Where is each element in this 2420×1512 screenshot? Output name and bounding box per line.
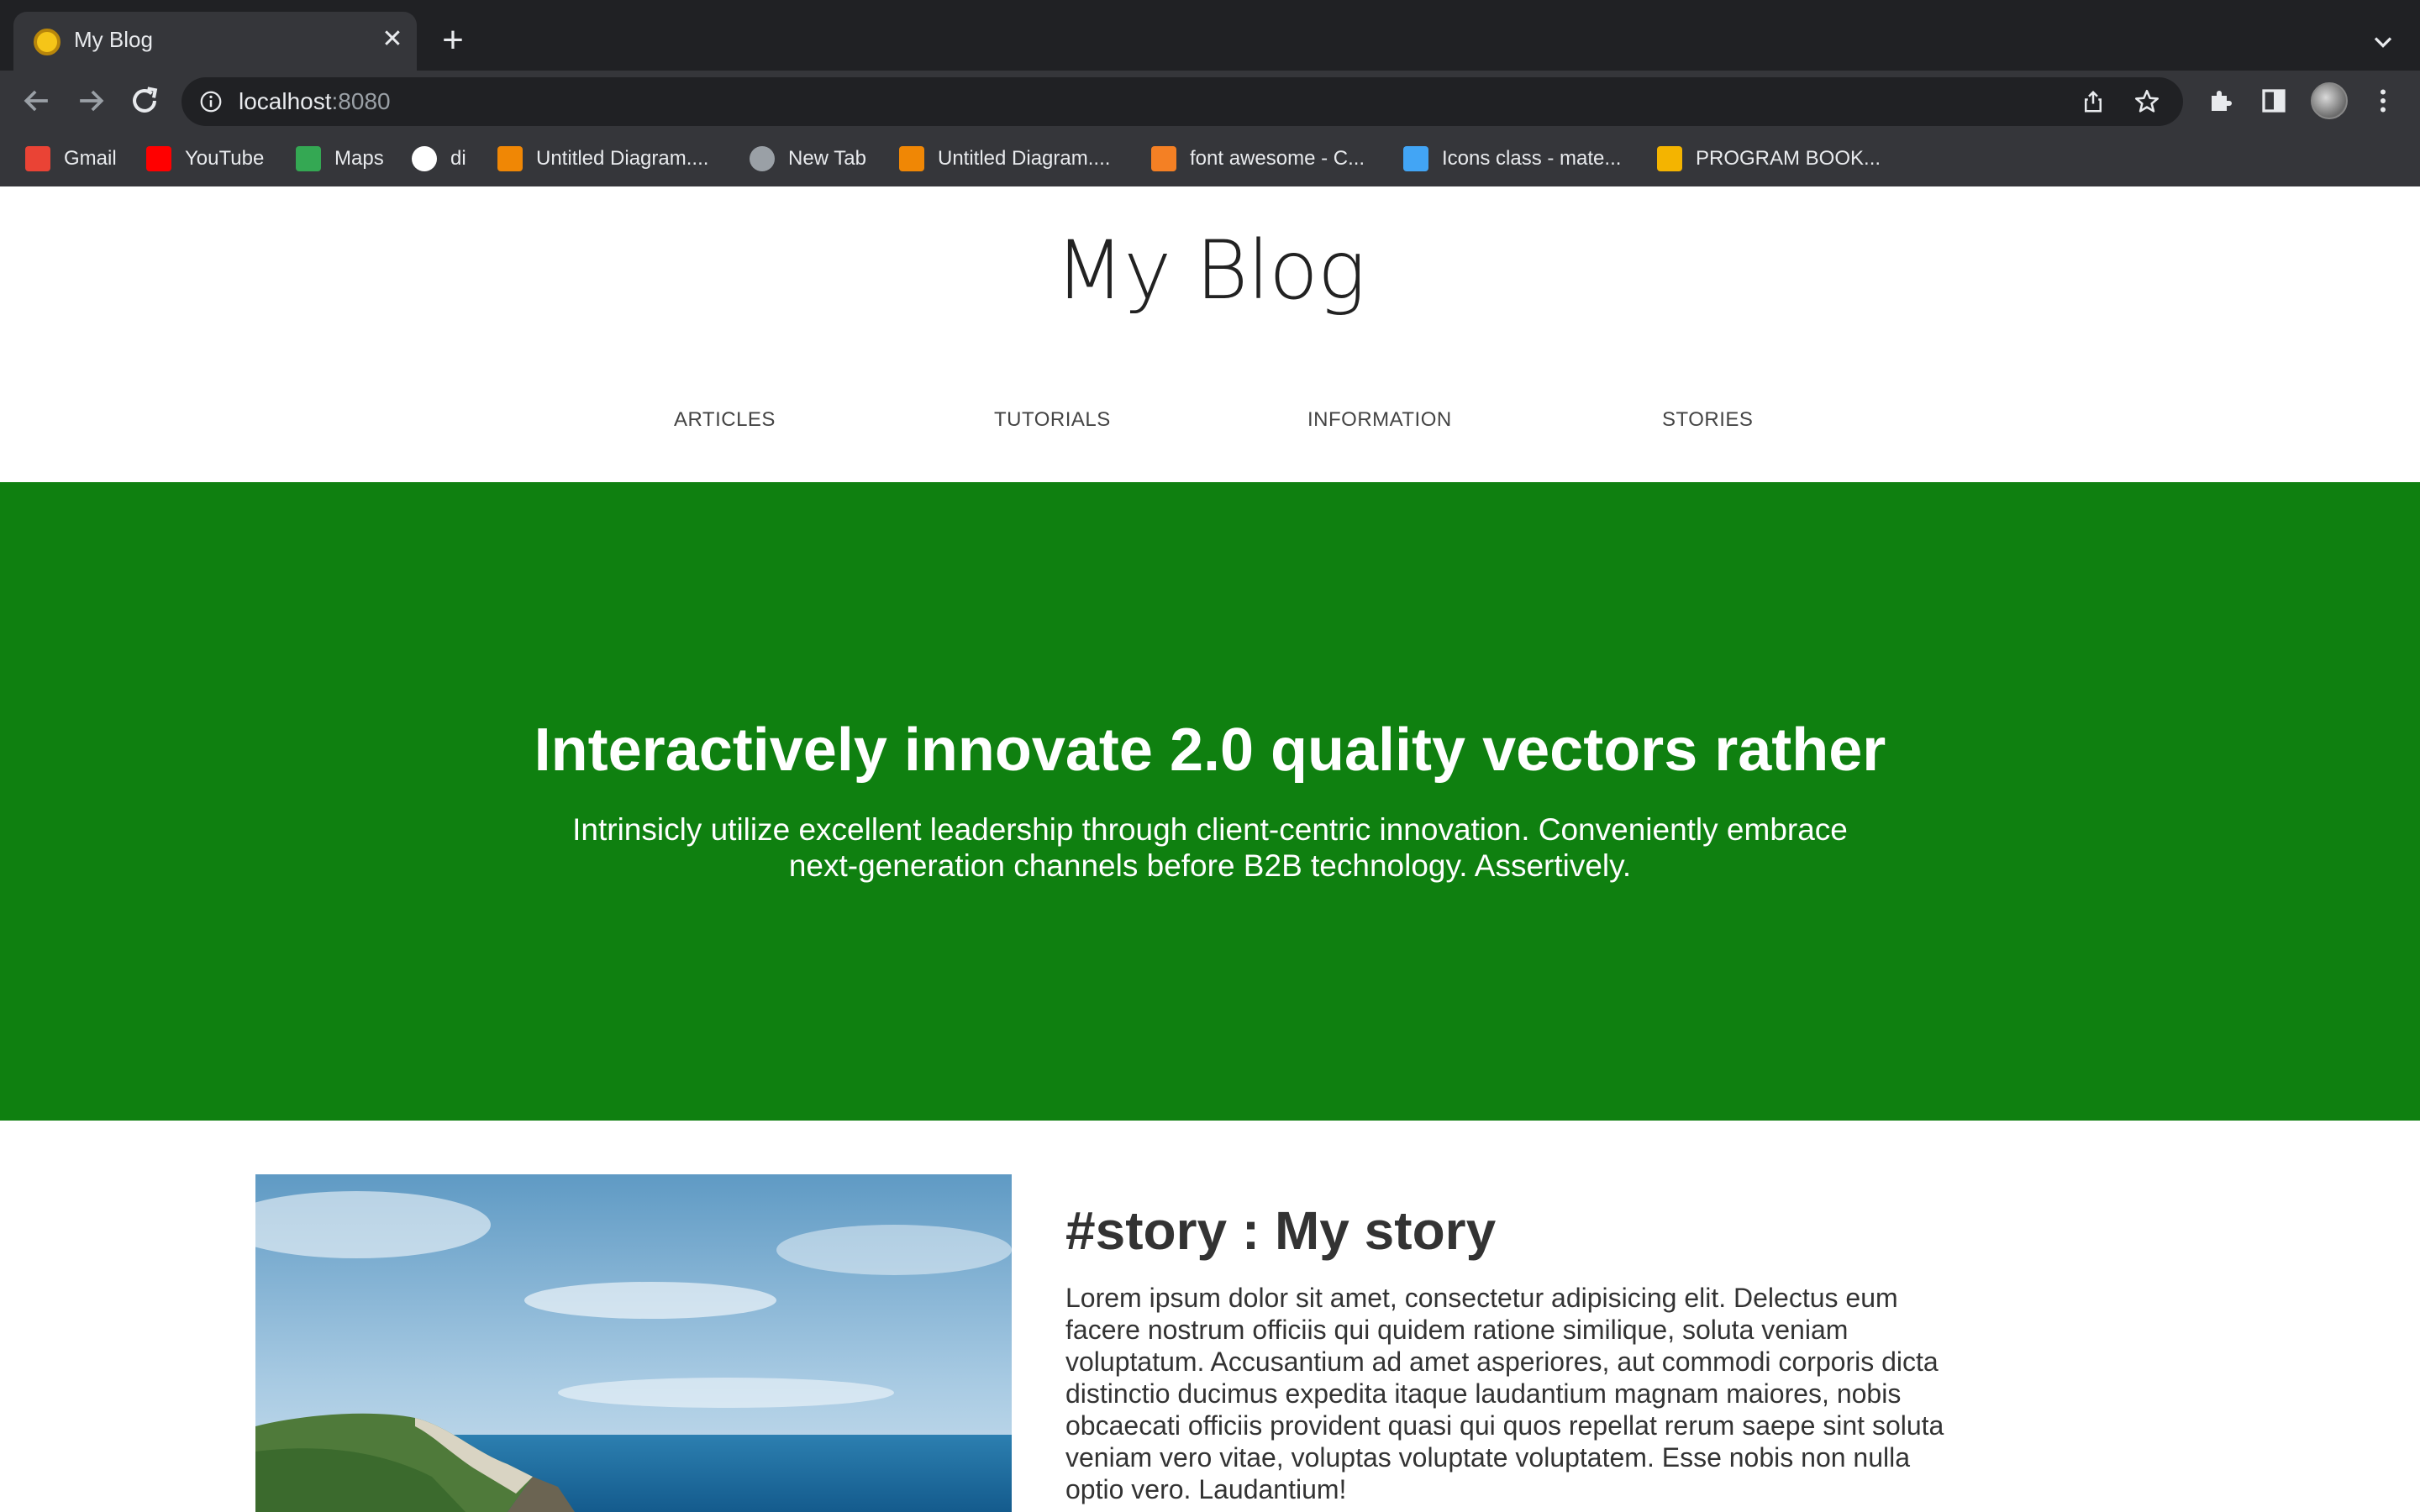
forward-arrow-icon[interactable] (72, 82, 109, 119)
site-title: My Blog (1055, 223, 1365, 318)
close-tab-icon[interactable]: ✕ (378, 25, 407, 54)
flutter-icon (1403, 146, 1428, 171)
github-icon (412, 146, 437, 171)
hero-title: Interactively innovate 2.0 quality vecto… (534, 717, 1886, 784)
url-port: :8080 (331, 88, 391, 114)
bookmark-label: Untitled Diagram.... (938, 147, 1111, 170)
bookmark-label: font awesome - C... (1190, 147, 1365, 170)
url-host: localhost (239, 88, 332, 114)
site-info-icon[interactable] (198, 89, 224, 114)
bookmarks-bar: Gmail YouTube Maps di Untitled Diagram.... Ne… (0, 129, 2420, 186)
drawio-icon (497, 146, 523, 171)
bookmark-item[interactable]: PROGRAM BOOK... (1657, 144, 1881, 173)
browser-chrome: My Blog ✕ + localhost:8080 Gmail YouTube… (0, 0, 2420, 186)
bookmark-item[interactable]: Untitled Diagram.... (899, 144, 1110, 173)
maps-icon (296, 146, 321, 171)
bookmark-item[interactable]: New Tab (750, 144, 866, 173)
bookmark-item[interactable]: Untitled Diagram.... (497, 144, 708, 173)
address-bar[interactable]: localhost:8080 (182, 77, 2183, 126)
hero-text: Intrinsicly utilize excellent leadership… (572, 812, 1848, 883)
bookmark-item[interactable]: Icons class - mate... (1403, 144, 1621, 173)
bookmark-item[interactable]: font awesome - C... (1151, 144, 1365, 173)
nav-link-information[interactable]: INFORMATION (1307, 408, 1452, 432)
youtube-icon (146, 146, 171, 171)
bookmark-label: Icons class - mate... (1442, 147, 1622, 170)
bookmark-star-icon[interactable] (2133, 87, 2161, 116)
main-nav: ARTICLES TUTORIALS INFORMATION STORIES (0, 408, 2420, 442)
tab-search-chevron-icon[interactable] (2368, 27, 2398, 57)
new-tab-button[interactable]: + (435, 22, 471, 59)
bookmark-label: New Tab (788, 147, 866, 170)
nav-link-articles[interactable]: ARTICLES (674, 408, 776, 432)
bookmark-label: YouTube (185, 147, 265, 170)
browser-tab[interactable]: My Blog ✕ (13, 12, 417, 71)
bookmark-label: Gmail (64, 147, 117, 170)
profile-avatar[interactable] (2311, 82, 2348, 119)
story-text: Lorem ipsum dolor sit amet, consectetur … (1065, 1283, 1944, 1504)
bookmark-label: Maps (334, 147, 384, 170)
gmail-icon (25, 146, 50, 171)
globe-icon (750, 146, 775, 171)
story-card: #story : My story Lorem ipsum dolor sit … (0, 1174, 2420, 1512)
stackoverflow-icon (1151, 146, 1176, 171)
bookmark-item[interactable]: di (412, 144, 466, 173)
bookmark-item[interactable]: Maps (296, 144, 384, 173)
story-title: #story : My story (1065, 1200, 1497, 1261)
drawio-icon (899, 146, 924, 171)
reload-icon[interactable] (126, 82, 163, 119)
back-arrow-icon[interactable] (18, 82, 55, 119)
bookmark-label: di (450, 147, 466, 170)
nav-link-stories[interactable]: STORIES (1662, 408, 1753, 432)
story-image (255, 1174, 1012, 1512)
menu-kebab-icon[interactable] (2368, 86, 2398, 116)
extensions-puzzle-icon[interactable] (2207, 86, 2237, 116)
bookmark-label: PROGRAM BOOK... (1696, 147, 1881, 170)
browser-toolbar: localhost:8080 (0, 71, 2420, 129)
slides-icon (1657, 146, 1682, 171)
bookmark-item[interactable]: YouTube (146, 144, 264, 173)
url-text[interactable]: localhost:8080 (239, 88, 391, 115)
tab-title: My Blog (74, 27, 153, 52)
bookmark-item[interactable]: Gmail (25, 144, 117, 173)
nav-link-tutorials[interactable]: TUTORIALS (994, 408, 1111, 432)
page-content: My Blog ARTICLES TUTORIALS INFORMATION S… (0, 186, 2420, 1512)
bookmark-label: Untitled Diagram.... (536, 147, 709, 170)
share-icon[interactable] (2081, 89, 2106, 114)
side-panel-icon[interactable] (2259, 86, 2289, 116)
tab-strip: My Blog ✕ + (0, 0, 2420, 71)
hero-banner: Interactively innovate 2.0 quality vecto… (0, 482, 2420, 1121)
site-favicon-icon (34, 29, 60, 55)
